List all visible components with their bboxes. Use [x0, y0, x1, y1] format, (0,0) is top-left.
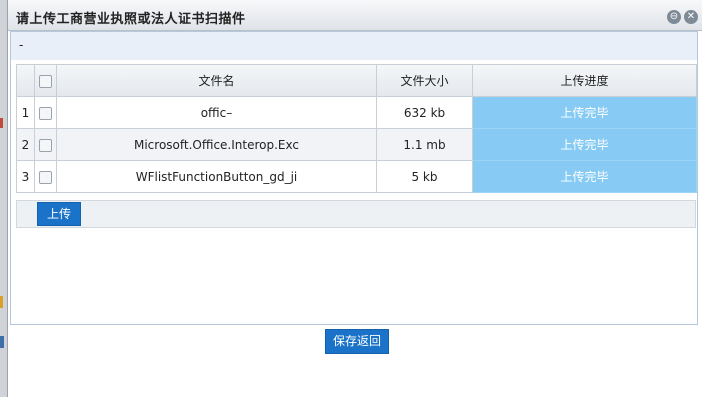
header-rownum — [16, 64, 35, 97]
file-size: 5 kb — [376, 160, 473, 193]
header-filename: 文件名 — [56, 64, 377, 97]
save-return-button[interactable]: 保存返回 — [325, 329, 389, 354]
file-size: 632 kb — [376, 96, 473, 129]
row-number: 2 — [16, 128, 35, 161]
file-name: WFlistFunctionButton_gd_ji — [56, 160, 377, 193]
upload-status: 上传完毕 — [472, 160, 697, 193]
table-row[interactable]: 3 WFlistFunctionButton_gd_ji 5 kb 上传完毕 — [16, 160, 697, 193]
header-select-all — [34, 64, 57, 97]
background-mark — [0, 118, 3, 128]
upload-dialog: 请上传工商营业执照或法人证书扫描件 ⊖ ✕ - 文件名 文件大小 上传进度 1 … — [7, 0, 702, 397]
select-all-checkbox[interactable] — [39, 74, 52, 88]
row-checkbox[interactable] — [39, 170, 52, 184]
upload-button[interactable]: 上传 — [37, 202, 81, 226]
upload-status: 上传完毕 — [472, 96, 697, 129]
file-name: Microsoft.Office.Interop.Exc — [56, 128, 377, 161]
file-table: 文件名 文件大小 上传进度 1 offic– 632 kb 上传完毕 2 Mic… — [16, 64, 697, 193]
dialog-titlebar[interactable]: 请上传工商营业执照或法人证书扫描件 ⊖ ✕ — [8, 0, 702, 31]
file-name: offic– — [56, 96, 377, 129]
header-progress: 上传进度 — [472, 64, 697, 97]
info-row: - — [11, 32, 697, 60]
row-select — [34, 160, 57, 193]
dialog-content: - 文件名 文件大小 上传进度 1 offic– 632 kb 上传完毕 2 M… — [10, 31, 698, 325]
row-select — [34, 128, 57, 161]
header-filesize: 文件大小 — [376, 64, 473, 97]
file-size: 1.1 mb — [376, 128, 473, 161]
table-row[interactable]: 2 Microsoft.Office.Interop.Exc 1.1 mb 上传… — [16, 128, 697, 161]
close-icon[interactable]: ✕ — [684, 10, 698, 24]
upload-status: 上传完毕 — [472, 128, 697, 161]
background-mark — [0, 336, 4, 348]
table-toolbar: 上传 — [16, 200, 696, 228]
row-checkbox[interactable] — [39, 138, 52, 152]
table-row[interactable]: 1 offic– 632 kb 上传完毕 — [16, 96, 697, 129]
row-select — [34, 96, 57, 129]
info-text: - — [19, 38, 24, 52]
table-header-row: 文件名 文件大小 上传进度 — [16, 64, 697, 97]
row-checkbox[interactable] — [39, 106, 52, 120]
dialog-title: 请上传工商营业执照或法人证书扫描件 — [16, 12, 246, 27]
background-mark — [0, 296, 3, 308]
row-number: 3 — [16, 160, 35, 193]
maximize-icon[interactable]: ⊖ — [667, 10, 681, 24]
row-number: 1 — [16, 96, 35, 129]
background-page-edge — [0, 0, 7, 397]
